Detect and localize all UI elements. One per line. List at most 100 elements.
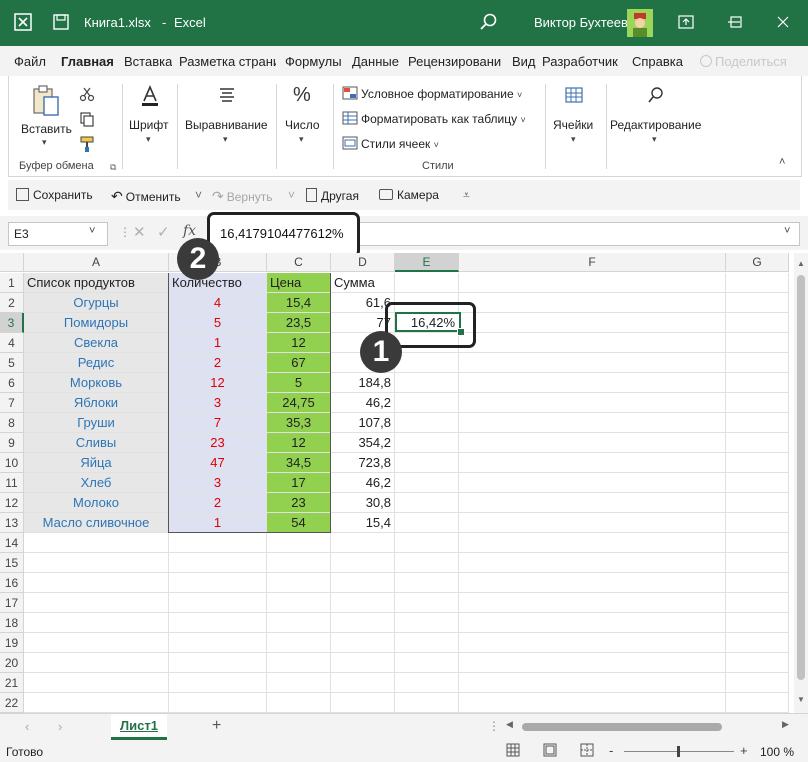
row-header-15[interactable]: 15 — [0, 553, 24, 573]
column-header-D[interactable]: D — [331, 253, 395, 272]
empty-cell[interactable] — [331, 673, 395, 693]
empty-cell[interactable] — [459, 633, 726, 653]
row-header-5[interactable]: 5 — [0, 353, 24, 373]
table-cell[interactable]: 723,8 — [331, 453, 395, 473]
row-header-14[interactable]: 14 — [0, 533, 24, 553]
editing-dropdown-icon[interactable]: ▾ — [652, 134, 657, 145]
empty-cell[interactable] — [169, 653, 267, 673]
table-cell[interactable]: 3 — [169, 393, 267, 413]
empty-cell[interactable] — [169, 693, 267, 713]
qat-save-button[interactable]: Сохранить — [16, 188, 93, 202]
empty-cell[interactable] — [267, 653, 331, 673]
search-magnifier-icon[interactable] — [647, 86, 665, 104]
font-dropdown-icon[interactable]: ▾ — [146, 134, 151, 145]
conditional-formatting-button[interactable]: Условное форматирование ˅ — [361, 87, 522, 101]
page-break-view-icon[interactable] — [580, 743, 594, 757]
empty-cell[interactable] — [395, 413, 459, 433]
row-header-1[interactable]: 1 — [0, 273, 24, 293]
empty-cell[interactable] — [726, 333, 789, 353]
empty-cell[interactable] — [169, 673, 267, 693]
font-icon[interactable] — [140, 84, 160, 108]
sheet-tab-list1[interactable]: Лист1 — [111, 714, 167, 740]
table-cell[interactable]: 12 — [169, 373, 267, 393]
tab-file[interactable]: Файл — [14, 54, 46, 69]
qat-other-button[interactable]: Другая — [306, 188, 359, 203]
empty-cell[interactable] — [395, 653, 459, 673]
table-cell[interactable]: 184,8 — [331, 373, 395, 393]
customize-qat-icon[interactable]: ⩡ — [463, 188, 470, 203]
tab-split-handle-icon[interactable]: ⋮ — [488, 719, 500, 733]
empty-cell[interactable] — [169, 593, 267, 613]
empty-cell[interactable] — [395, 473, 459, 493]
cell-styles-button[interactable]: Стили ячеек ˅ — [361, 137, 439, 151]
normal-view-icon[interactable] — [506, 743, 520, 757]
empty-cell[interactable] — [24, 533, 169, 553]
empty-cell[interactable] — [459, 453, 726, 473]
enter-check-icon[interactable]: ✓ — [157, 223, 170, 241]
alignment-dropdown-icon[interactable]: ▾ — [223, 134, 228, 145]
table-cell[interactable]: Редис — [24, 353, 169, 373]
font-button[interactable]: Шрифт — [129, 118, 168, 132]
empty-cell[interactable] — [267, 693, 331, 713]
zoom-in-button[interactable]: + — [740, 743, 748, 758]
row-header-21[interactable]: 21 — [0, 673, 24, 693]
table-cell[interactable]: 46,2 — [331, 473, 395, 493]
share-button[interactable]: Поделиться — [700, 54, 787, 69]
empty-cell[interactable] — [395, 453, 459, 473]
number-dropdown-icon[interactable]: ▾ — [299, 134, 304, 145]
close-icon[interactable] — [771, 10, 795, 34]
sheet-next-icon[interactable]: › — [58, 719, 62, 734]
table-cell[interactable]: 23,5 — [267, 313, 331, 333]
empty-cell[interactable] — [459, 333, 726, 353]
empty-cell[interactable] — [459, 573, 726, 593]
empty-cell[interactable] — [331, 573, 395, 593]
empty-cell[interactable] — [331, 653, 395, 673]
format-as-table-button[interactable]: Форматировать как таблицу ˅ — [361, 112, 526, 126]
empty-cell[interactable] — [726, 413, 789, 433]
table-cell[interactable]: 67 — [267, 353, 331, 373]
table-cell[interactable]: Огурцы — [24, 293, 169, 313]
table-cell[interactable]: 2 — [169, 493, 267, 513]
editing-button[interactable]: Редактирование — [610, 118, 701, 132]
row-header-17[interactable]: 17 — [0, 593, 24, 613]
table-cell[interactable]: 5 — [267, 373, 331, 393]
column-header-C[interactable]: C — [267, 253, 331, 272]
empty-cell[interactable] — [459, 433, 726, 453]
table-cell[interactable]: 12 — [267, 333, 331, 353]
empty-cell[interactable] — [726, 593, 789, 613]
table-cell[interactable]: 23 — [169, 433, 267, 453]
alignment-button[interactable]: Выравнивание — [185, 118, 268, 132]
scroll-up-icon[interactable]: ▲ — [797, 259, 805, 268]
cells-icon[interactable] — [565, 86, 583, 104]
empty-cell[interactable] — [169, 533, 267, 553]
row-header-12[interactable]: 12 — [0, 493, 24, 513]
column-header-E[interactable]: E — [395, 253, 459, 272]
empty-cell[interactable] — [726, 453, 789, 473]
ribbon-display-icon[interactable] — [674, 10, 698, 34]
copy-icon[interactable] — [79, 111, 95, 127]
empty-cell[interactable] — [726, 673, 789, 693]
table-cell[interactable]: Морковь — [24, 373, 169, 393]
empty-cell[interactable] — [395, 593, 459, 613]
empty-cell[interactable] — [395, 373, 459, 393]
empty-cell[interactable] — [459, 513, 726, 533]
empty-cell[interactable] — [726, 553, 789, 573]
search-icon[interactable] — [479, 12, 499, 32]
table-cell[interactable]: 1 — [169, 513, 267, 533]
row-header-19[interactable]: 19 — [0, 633, 24, 653]
empty-cell[interactable] — [726, 613, 789, 633]
user-avatar[interactable] — [627, 9, 653, 37]
table-cell[interactable]: 4 — [169, 293, 267, 313]
empty-cell[interactable] — [459, 533, 726, 553]
row-header-6[interactable]: 6 — [0, 373, 24, 393]
empty-cell[interactable] — [459, 313, 726, 333]
row-header-3[interactable]: 3 — [0, 313, 24, 333]
user-name[interactable]: Виктор Бухтеев — [534, 15, 628, 30]
table-cell[interactable]: 34,5 — [267, 453, 331, 473]
table-cell[interactable]: 46,2 — [331, 393, 395, 413]
cells-button[interactable]: Ячейки — [553, 118, 593, 132]
empty-cell[interactable] — [24, 673, 169, 693]
table-cell[interactable]: 15,4 — [331, 513, 395, 533]
insert-function-icon[interactable]: fx — [183, 223, 196, 239]
table-cell[interactable]: Яйца — [24, 453, 169, 473]
